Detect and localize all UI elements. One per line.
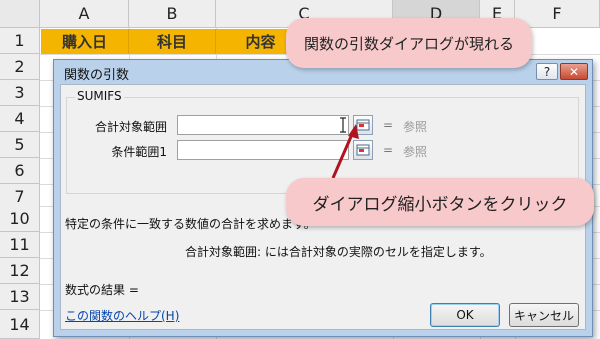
callout-click-collapse: ダイアログ縮小ボタンをクリック bbox=[286, 178, 594, 226]
callout-dialog-appears: 関数の引数ダイアログが現れる bbox=[286, 18, 532, 68]
